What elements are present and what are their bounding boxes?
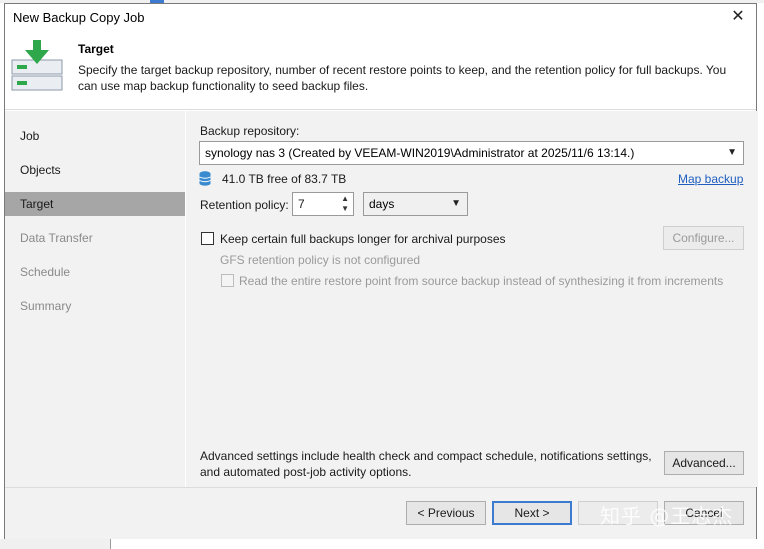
- retention-stepper[interactable]: 7 ▲ ▼: [292, 192, 354, 216]
- configure-button[interactable]: Configure...: [663, 226, 744, 250]
- chevron-down-icon: ▼: [727, 147, 737, 158]
- cancel-button[interactable]: Cancel: [664, 501, 744, 525]
- title-bar: New Backup Copy Job ✕: [5, 4, 756, 30]
- repository-label: Backup repository:: [200, 124, 300, 138]
- wizard-footer: < Previous Next > Cancel: [5, 487, 756, 540]
- wizard-window: New Backup Copy Job ✕ Target Specify the…: [4, 3, 758, 540]
- close-icon[interactable]: ✕: [726, 6, 750, 28]
- previous-button[interactable]: < Previous: [406, 501, 486, 525]
- read-entire-restore-point-checkbox[interactable]: [221, 274, 234, 287]
- keep-full-backups-checkbox[interactable]: [201, 232, 214, 245]
- retention-unit-dropdown[interactable]: days ▼: [363, 192, 468, 216]
- background-bottom-strip: [0, 539, 764, 549]
- next-button[interactable]: Next >: [492, 501, 572, 525]
- retention-unit-value: days: [369, 197, 395, 211]
- repository-value: synology nas 3 (Created by VEEAM-WIN2019…: [205, 146, 635, 160]
- spin-down-icon[interactable]: ▼: [341, 204, 349, 213]
- repository-dropdown[interactable]: synology nas 3 (Created by VEEAM-WIN2019…: [199, 141, 744, 165]
- retention-label: Retention policy:: [200, 198, 289, 212]
- storage-info: 41.0 TB free of 83.7 TB: [222, 172, 347, 186]
- database-icon: [199, 171, 211, 186]
- sidebar-item-data-transfer[interactable]: Data Transfer: [5, 226, 185, 250]
- map-backup-link[interactable]: Map backup: [678, 172, 743, 186]
- wizard-content: Backup repository: synology nas 3 (Creat…: [186, 111, 758, 487]
- page-title: Target: [78, 42, 114, 56]
- page-description: Specify the target backup repository, nu…: [78, 63, 727, 93]
- gfs-status: GFS retention policy is not configured: [220, 253, 421, 267]
- read-entire-restore-point-label: Read the entire restore point from sourc…: [239, 274, 724, 288]
- retention-value: 7: [298, 197, 305, 211]
- sidebar-item-summary[interactable]: Summary: [5, 294, 185, 318]
- sidebar-item-target[interactable]: Target: [5, 192, 185, 216]
- advanced-button[interactable]: Advanced...: [664, 451, 744, 475]
- chevron-down-icon: ▼: [451, 198, 461, 209]
- wizard-header: Target Specify the target backup reposit…: [5, 30, 756, 110]
- window-title: New Backup Copy Job: [13, 10, 145, 25]
- keep-full-backups-label: Keep certain full backups longer for arc…: [220, 232, 506, 246]
- finish-button[interactable]: [578, 501, 658, 525]
- target-wizard-icon: [11, 38, 65, 94]
- background-panel-edge: [0, 539, 111, 549]
- sidebar-item-objects[interactable]: Objects: [5, 158, 185, 182]
- wizard-steps-sidebar: Job Objects Target Data Transfer Schedul…: [5, 111, 185, 487]
- spin-up-icon[interactable]: ▲: [341, 194, 349, 203]
- sidebar-item-job[interactable]: Job: [5, 124, 185, 148]
- advanced-settings-description: Advanced settings include health check a…: [200, 449, 652, 479]
- sidebar-item-schedule[interactable]: Schedule: [5, 260, 185, 284]
